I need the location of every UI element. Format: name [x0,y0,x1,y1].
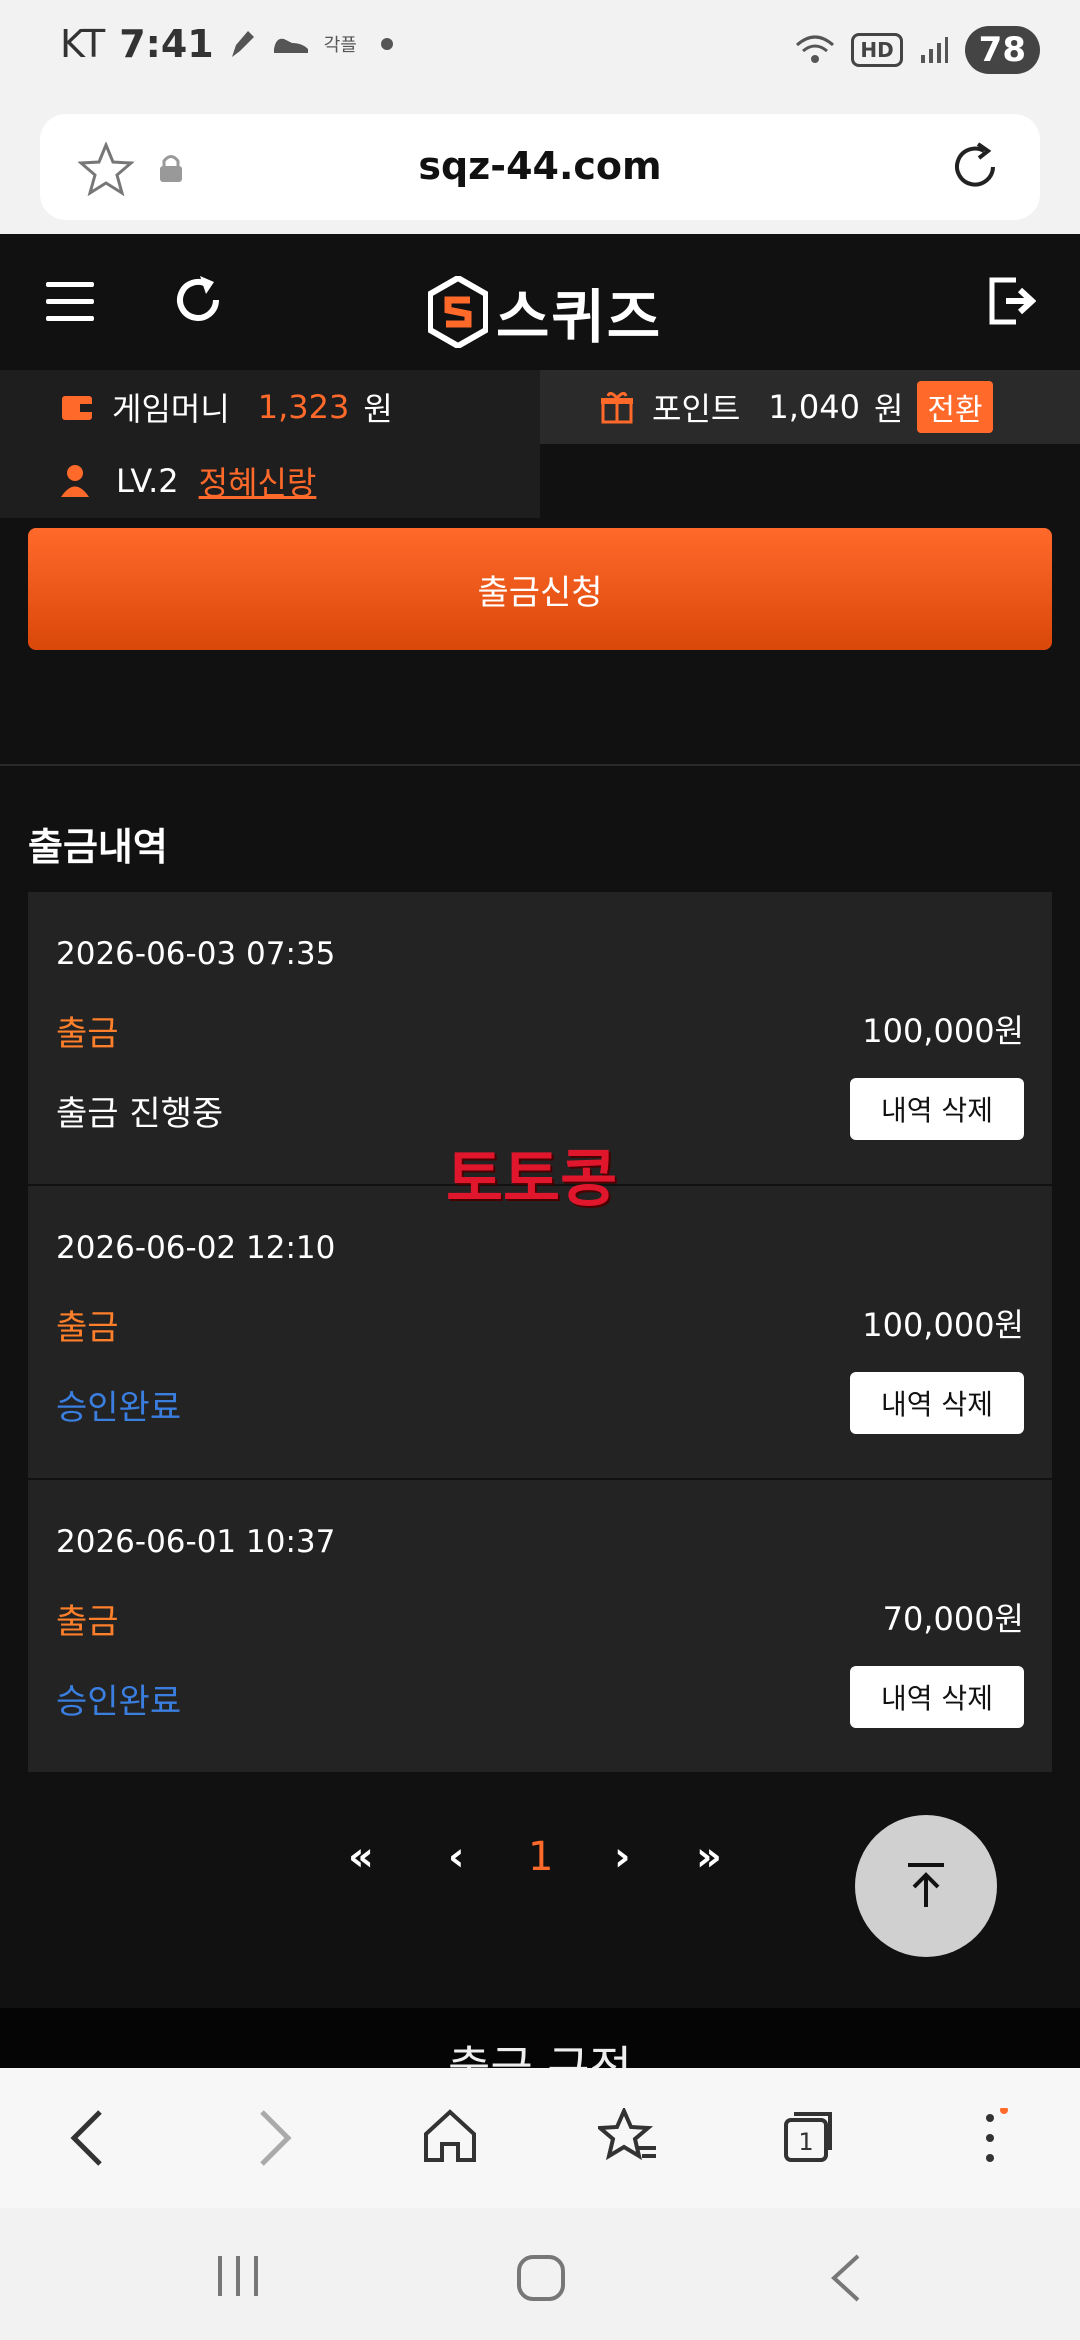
arrow-up-to-top-icon [908,1863,944,1907]
delete-history-button[interactable]: 내역 삭제 [850,1078,1024,1140]
battery-level: 78 [964,26,1040,74]
history-date: 2026-06-01 10:37 [56,1524,336,1560]
history-item: 2026-06-01 10:37 출금 70,000원 승인완료 내역 삭제 [28,1480,1052,1774]
refresh-icon[interactable] [170,272,226,328]
home-button-icon[interactable] [516,2254,566,2302]
carrier-label: KT [60,22,106,66]
logout-icon[interactable] [986,276,1036,326]
system-navigation-bar [0,2208,1080,2340]
bookmarks-icon[interactable] [598,2108,658,2164]
browser-toolbar: 1 [0,2068,1080,2208]
pen-icon [231,31,254,57]
history-item: 2026-06-02 12:10 출금 100,000원 승인완료 내역 삭제 [28,1186,1052,1480]
user-icon [61,465,89,497]
last-page-button[interactable]: » [696,1834,722,1880]
history-amount: 100,000원 [862,1012,1024,1050]
user-level: LV.2 정혜신랑 [0,444,540,518]
game-money: 게임머니 1,323 원 [0,370,540,444]
history-amount: 70,000원 [882,1600,1024,1638]
history-status: 승인완료 [56,1388,182,1428]
notification-text: 각플 [323,35,357,56]
history-date: 2026-06-02 12:10 [56,1230,336,1266]
wallet-icon [62,396,92,420]
logo-mark-icon [428,276,488,348]
game-money-value: 1,323 [257,388,350,426]
history-type: 출금 [56,1308,119,1348]
address-bar[interactable]: sqz-44.com [40,114,1040,220]
system-back-icon[interactable] [828,2254,862,2302]
point-unit: 원 [873,390,904,428]
section-divider [0,764,1080,766]
point-value: 1,040 [768,388,860,426]
history-amount: 100,000원 [862,1306,1024,1344]
tabs-icon[interactable]: 1 [782,2108,838,2164]
watermark-text: 토토콩 [446,1142,618,1215]
point-label: 포인트 [652,390,741,428]
status-left: KT 7:41 각플 [60,22,393,66]
game-money-label: 게임머니 [112,390,230,428]
level-label: LV.2 [116,462,179,500]
browser-address-area: sqz-44.com [0,100,1080,234]
history-type: 출금 [56,1014,119,1054]
notification-dot [380,38,393,50]
status-bar: KT 7:41 각플 HD 78 [0,0,1080,100]
prev-page-button[interactable]: ‹ [448,1834,464,1880]
status-right: HD 78 [795,26,1040,74]
game-money-unit: 원 [363,390,393,428]
points: 포인트 1,040 원 전환 [540,370,1080,444]
recent-apps-icon[interactable] [214,2254,262,2298]
history-type: 출금 [56,1602,119,1642]
history-status: 승인완료 [56,1682,182,1722]
gift-icon [601,391,633,424]
url-text[interactable]: sqz-44.com [40,144,1040,188]
brand-name: 스퀴즈 [496,283,663,351]
site-header: 스퀴즈 [0,234,1080,370]
history-status: 출금 진행중 [56,1094,224,1134]
back-icon[interactable] [68,2108,108,2168]
delete-history-button[interactable]: 내역 삭제 [850,1372,1024,1434]
sneaker-icon [273,38,308,53]
forward-icon[interactable] [254,2108,294,2168]
next-page-button[interactable]: › [614,1834,630,1880]
signal-icon [920,37,948,63]
clock: 7:41 [119,22,214,66]
history-title: 출금내역 [28,825,168,869]
site-logo[interactable]: 스퀴즈 [428,270,662,354]
reload-icon[interactable] [948,140,1002,194]
svg-text:1: 1 [798,2128,813,2156]
withdraw-history-list: 2026-06-03 07:35 출금 100,000원 출금 진행중 내역 삭… [28,892,1052,1774]
first-page-button[interactable]: « [348,1834,374,1880]
home-icon[interactable] [422,2108,478,2164]
more-options-icon[interactable] [978,2108,1008,2168]
wifi-icon [796,35,835,63]
history-date: 2026-06-03 07:35 [56,936,336,972]
convert-points-button[interactable]: 전환 [917,381,993,433]
withdraw-request-button[interactable]: 출금신청 [28,528,1052,650]
scroll-top-button[interactable] [855,1815,997,1957]
hd-badge: HD [851,33,903,67]
nickname-link[interactable]: 정혜신랑 [199,458,317,504]
current-page[interactable]: 1 [528,1834,553,1880]
account-info: 게임머니 1,323 원 포인트 1,040 원 전환 [0,370,1080,444]
menu-icon[interactable] [46,282,94,322]
delete-history-button[interactable]: 내역 삭제 [850,1666,1024,1728]
